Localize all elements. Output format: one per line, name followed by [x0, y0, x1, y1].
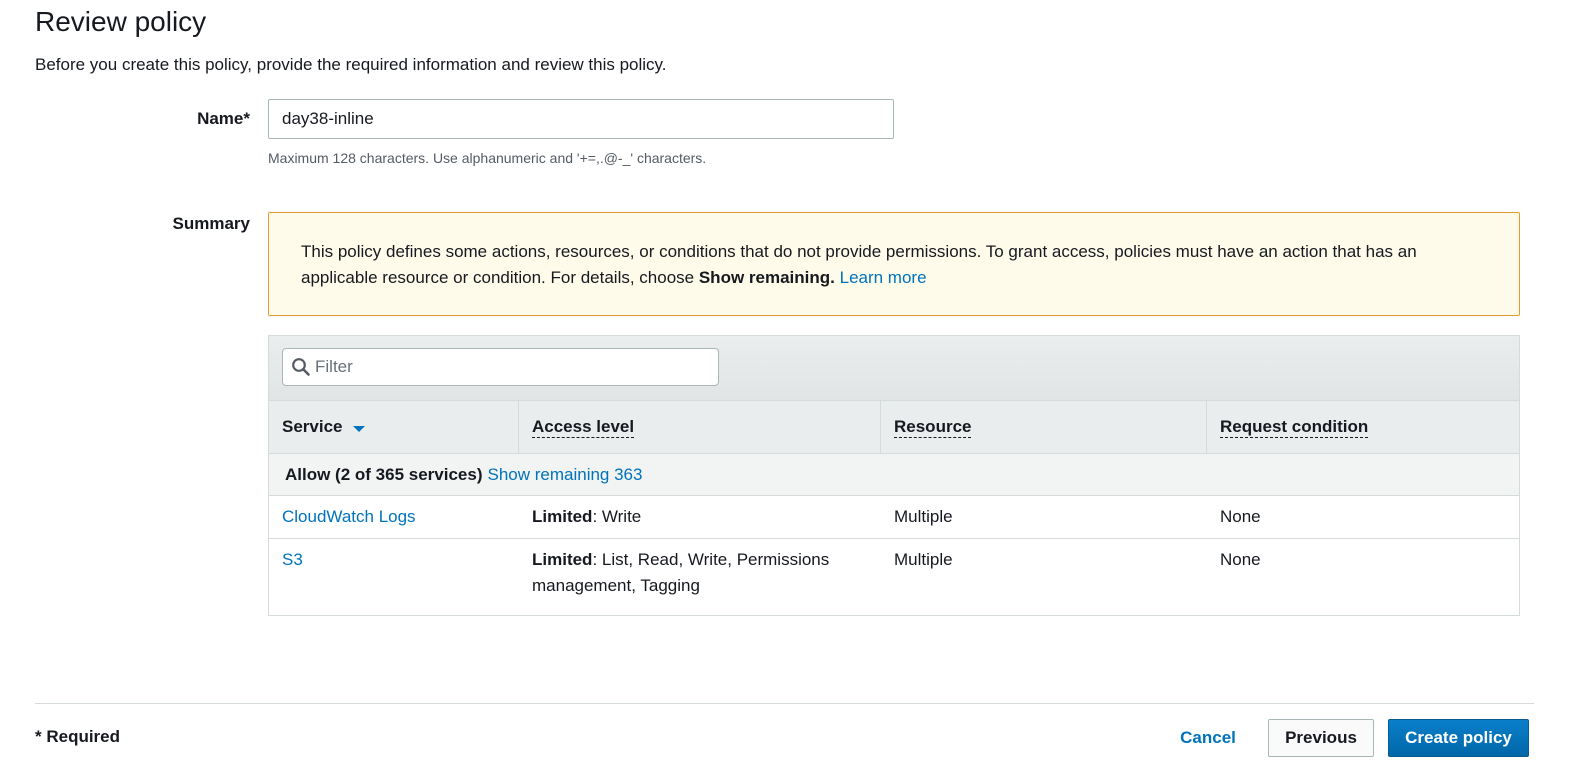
service-cell: CloudWatch Logs [269, 496, 519, 538]
name-hint: Maximum 128 characters. Use alphanumeric… [268, 150, 707, 166]
table-row: S3 Limited: List, Read, Write, Permissio… [269, 539, 1519, 616]
permissions-warning-alert: This policy defines some actions, resour… [268, 212, 1520, 316]
alert-bold-text: Show remaining. [698, 268, 835, 287]
policy-summary-table: Service Access level Resource Request co… [268, 335, 1520, 616]
page-subtitle: Before you create this policy, provide t… [35, 55, 667, 74]
group-label: Allow (2 of 365 services) [285, 464, 483, 484]
allow-group-row: Allow (2 of 365 services) Show remaining… [269, 454, 1519, 496]
request-condition-cell: None [1220, 550, 1261, 569]
access-level-cell: Limited: List, Read, Write, Permissions … [519, 539, 881, 607]
show-remaining-link[interactable]: Show remaining 363 [487, 465, 642, 485]
table-header: Service Access level Resource Request co… [269, 401, 1519, 454]
summary-label: Summary [172, 214, 250, 233]
service-link[interactable]: CloudWatch Logs [282, 507, 416, 526]
column-header-request-condition[interactable]: Request condition [1207, 401, 1519, 453]
column-header-access-level[interactable]: Access level [519, 401, 881, 453]
column-header-label: Request condition [1220, 416, 1369, 438]
service-cell: S3 [269, 539, 519, 607]
request-condition-cell: None [1220, 507, 1261, 526]
service-link[interactable]: S3 [282, 550, 303, 569]
sort-descending-icon[interactable] [352, 425, 365, 432]
resource-cell: Multiple [894, 507, 953, 526]
column-header-label: Service [282, 417, 343, 436]
page-title: Review policy [35, 6, 207, 37]
create-policy-button[interactable]: Create policy [1388, 719, 1529, 757]
access-level-bold: Limited [532, 550, 593, 569]
table-row: CloudWatch Logs Limited: Write Multiple … [269, 496, 1519, 539]
previous-button[interactable]: Previous [1268, 719, 1374, 757]
learn-more-link[interactable]: Learn more [840, 268, 927, 287]
column-header-label: Resource [894, 416, 972, 438]
cancel-button[interactable]: Cancel [1168, 719, 1248, 757]
search-icon [292, 358, 310, 376]
column-header-resource[interactable]: Resource [881, 401, 1207, 453]
policy-name-input[interactable] [268, 99, 894, 139]
filter-box[interactable] [282, 348, 719, 386]
required-note: * Required [35, 727, 121, 746]
name-label: Name* [197, 109, 250, 128]
access-level-bold: Limited [532, 507, 593, 526]
footer-divider [35, 703, 1534, 704]
filter-bar [269, 336, 1519, 401]
access-level-detail: : Write [592, 507, 642, 526]
column-header-service[interactable]: Service [269, 401, 519, 453]
resource-cell: Multiple [894, 550, 953, 569]
filter-input[interactable] [315, 349, 710, 385]
column-header-label: Access level [532, 416, 635, 438]
access-level-cell: Limited: Write [519, 496, 881, 538]
